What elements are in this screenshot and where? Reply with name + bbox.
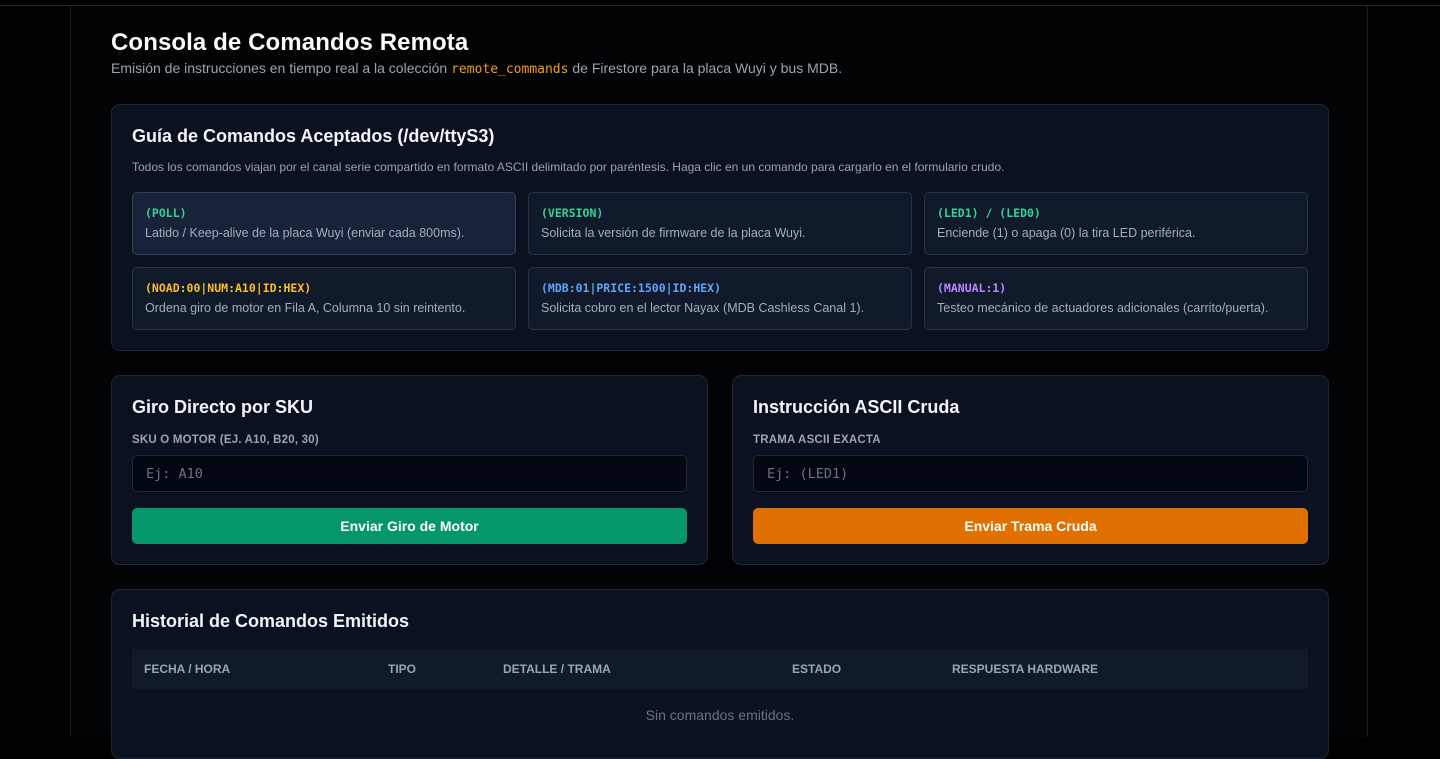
- command-guide-panel: Guía de Comandos Aceptados (/dev/ttyS3) …: [111, 104, 1329, 351]
- command-guide-title: Guía de Comandos Aceptados (/dev/ttyS3): [132, 126, 495, 146]
- collection-name-code: remote_commands: [451, 62, 569, 77]
- subtitle-suffix: de Firestore para la placa Wuyi y bus MD…: [572, 60, 843, 76]
- command-description: Enciende (1) o apaga (0) la tira LED per…: [937, 226, 1196, 240]
- column-header-detail: Detalle / Trama: [503, 662, 611, 676]
- command-code: (VERSION): [541, 206, 604, 220]
- command-history-title: Historial de Comandos Emitidos: [132, 611, 410, 631]
- column-header-status: Estado: [792, 662, 842, 676]
- send-raw-frame-button[interactable]: Enviar Trama Cruda: [753, 508, 1308, 544]
- command-card-manual[interactable]: (MANUAL:1) Testeo mecánico de actuadores…: [924, 267, 1308, 330]
- sku-field-label: SKU o Motor (Ej. A10, B20, 30): [132, 434, 319, 446]
- command-card-version[interactable]: (VERSION) Solicita la versión de firmwar…: [528, 192, 912, 255]
- command-code: (NOAD:00|NUM:A10|ID:HEX): [145, 281, 312, 295]
- command-code: (MDB:01|PRICE:1500|ID:HEX): [541, 281, 722, 295]
- command-code: (LED1) / (LED0): [937, 206, 1041, 220]
- command-description: Latido / Keep-alive de la placa Wuyi (en…: [145, 226, 465, 240]
- empty-history-message: Sin comandos emitidos.: [645, 707, 795, 723]
- command-description: Testeo mecánico de actuadores adicionale…: [937, 301, 1269, 315]
- command-description: Solicita la versión de firmware de la pl…: [541, 226, 806, 240]
- raw-ascii-field-label: Trama ASCII Exacta: [753, 434, 881, 446]
- send-motor-spin-button[interactable]: Enviar Giro de Motor: [132, 508, 687, 544]
- command-card-poll[interactable]: (POLL) Latido / Keep-alive de la placa W…: [132, 192, 516, 255]
- raw-ascii-input[interactable]: [753, 455, 1308, 492]
- page-title: Consola de Comandos Remota: [111, 29, 469, 56]
- sku-spin-title: Giro Directo por SKU: [132, 397, 314, 417]
- command-description: Solicita cobro en el lector Nayax (MDB C…: [541, 301, 865, 315]
- table-header-row: Fecha / Hora Tipo Detalle / Trama Estado…: [132, 649, 1308, 689]
- sku-input[interactable]: [132, 455, 687, 492]
- page-subtitle: Emisión de instrucciones en tiempo real …: [111, 60, 842, 77]
- command-code: (POLL): [145, 206, 187, 220]
- command-card-led[interactable]: (LED1) / (LED0) Enciende (1) o apaga (0)…: [924, 192, 1308, 255]
- command-guide-description: Todos los comandos viajan por el canal s…: [132, 160, 1005, 174]
- raw-ascii-panel: Instrucción ASCII Cruda Trama ASCII Exac…: [732, 375, 1329, 565]
- column-header-hardware-response: Respuesta Hardware: [952, 662, 1099, 676]
- sku-spin-panel: Giro Directo por SKU SKU o Motor (Ej. A1…: [111, 375, 708, 565]
- command-history-panel: Historial de Comandos Emitidos Fecha / H…: [111, 589, 1329, 759]
- command-card-mdb[interactable]: (MDB:01|PRICE:1500|ID:HEX) Solicita cobr…: [528, 267, 912, 330]
- command-description: Ordena giro de motor en Fila A, Columna …: [145, 301, 466, 315]
- command-code: (MANUAL:1): [937, 281, 1007, 295]
- subtitle-prefix: Emisión de instrucciones en tiempo real …: [111, 60, 448, 76]
- raw-ascii-title: Instrucción ASCII Cruda: [753, 397, 960, 417]
- column-header-type: Tipo: [388, 662, 417, 676]
- command-card-noad[interactable]: (NOAD:00|NUM:A10|ID:HEX) Ordena giro de …: [132, 267, 516, 330]
- column-header-datetime: Fecha / Hora: [144, 662, 231, 676]
